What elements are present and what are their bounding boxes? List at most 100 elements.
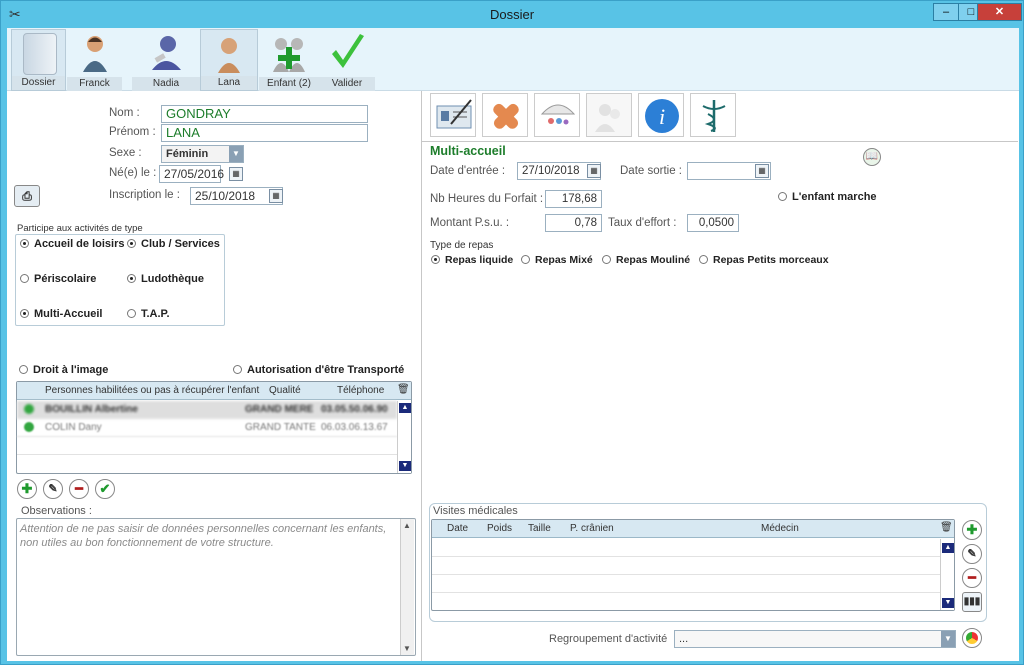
svg-text:i: i	[659, 104, 665, 129]
prenom-field[interactable]: LANA	[161, 124, 368, 142]
prenom-label: Prénom :	[109, 126, 156, 138]
toolbar-valider-button[interactable]: Valider	[319, 29, 375, 91]
naissance-field[interactable]: 27/05/2016	[159, 165, 224, 183]
calendar-icon[interactable]: ▦	[755, 164, 769, 178]
visites-title: Visites médicales	[433, 505, 518, 517]
taux-effort-field[interactable]: 0,0500	[687, 214, 739, 232]
contract-icon	[436, 99, 472, 129]
title-bar: ✂ Dossier ‒ □ ✕	[1, 1, 1023, 29]
heures-forfait-field[interactable]: 178,68	[545, 190, 602, 208]
sexe-select[interactable]: Féminin ▼	[161, 145, 244, 163]
toolbar-nadia-button[interactable]: Nadia	[132, 29, 200, 91]
table-row	[432, 593, 940, 611]
color-wheel-icon	[966, 632, 978, 644]
toolbar-franck-button[interactable]: Franck	[67, 29, 122, 91]
trash-icon[interactable]: 🗑	[940, 522, 953, 533]
calendar-icon[interactable]: ▦	[587, 164, 601, 178]
activity-periscolaire-radio[interactable]: Périscolaire	[20, 273, 96, 285]
inscription-label: Inscription le :	[109, 189, 180, 201]
tab-people[interactable]	[586, 93, 632, 137]
toolbar-lana-label: Lana	[201, 76, 257, 90]
scroll-down-icon[interactable]: ▼	[399, 461, 411, 471]
scroll-up-icon[interactable]: ▲	[403, 521, 411, 530]
table-row[interactable]: BOUILLIN Albertine GRAND MERE 03.05.50.0…	[17, 401, 397, 419]
close-button[interactable]: ✕	[977, 3, 1022, 21]
scroll-up-icon[interactable]: ▲	[942, 543, 954, 553]
photo-camera-button[interactable]: ⎙	[14, 185, 40, 207]
remove-visite-button[interactable]: ━	[962, 568, 982, 588]
scroll-down-icon[interactable]: ▼	[403, 644, 411, 653]
observations-textarea[interactable]: Attention de ne pas saisir de données pe…	[16, 518, 416, 656]
person-qualite: GRAND TANTE	[245, 422, 316, 433]
edit-person-button[interactable]: ✎	[43, 479, 63, 499]
table-row[interactable]: COLIN Dany GRAND TANTE 06.03.06.13.67	[17, 419, 397, 437]
scroll-up-icon[interactable]: ▲	[399, 403, 411, 413]
tab-contract[interactable]	[430, 93, 476, 137]
observations-scrollbar[interactable]: ▲ ▼	[400, 519, 414, 655]
tab-info[interactable]: i	[638, 93, 684, 137]
check-circle-icon	[24, 404, 34, 414]
scroll-down-icon[interactable]: ▼	[942, 598, 954, 608]
add-person-button[interactable]: ✚	[17, 479, 37, 499]
visites-header-pcranien: P. crânien	[570, 523, 614, 534]
add-visite-button[interactable]: ✚	[962, 520, 982, 540]
toolbar-dossier-button[interactable]: Dossier	[11, 29, 66, 91]
tab-health[interactable]	[482, 93, 528, 137]
calendar-icon[interactable]: ▦	[229, 167, 243, 181]
activity-multiaccueil-radio[interactable]: Multi-Accueil	[20, 308, 102, 320]
taux-effort-label: Taux d'effort :	[608, 217, 677, 229]
nom-label: Nom :	[109, 107, 140, 119]
psu-field[interactable]: 0,78	[545, 214, 602, 232]
calendar-icon[interactable]: ▦	[269, 189, 283, 203]
activity-label: Accueil de loisirs	[34, 238, 125, 250]
photo-area	[13, 97, 99, 181]
chart-visite-button[interactable]: ▮▮▮	[962, 592, 982, 612]
droit-image-radio[interactable]: Droit à l'image	[19, 364, 108, 376]
table-row	[17, 437, 397, 455]
top-toolbar: Dossier Franck Nadia Lana Enfant (2) Val…	[7, 28, 1019, 91]
repas-mouline-radio[interactable]: Repas Mouliné	[602, 254, 690, 266]
person-tel: 06.03.06.13.67	[321, 422, 388, 433]
activity-club-radio[interactable]: Club / Services	[127, 238, 220, 250]
activity-ludotheque-radio[interactable]: Ludothèque	[127, 273, 204, 285]
repas-mixe-radio[interactable]: Repas Mixé	[521, 254, 593, 266]
nom-field[interactable]: GONDRAY	[161, 105, 368, 123]
toolbar-lana-button[interactable]: Lana	[200, 29, 258, 91]
persons-header-telephone: Téléphone	[337, 385, 385, 396]
enfant-marche-label: L'enfant marche	[792, 191, 877, 203]
client-area: Dossier Franck Nadia Lana Enfant (2) Val…	[7, 28, 1019, 661]
add-child-icon	[271, 32, 305, 74]
repas-liquide-radio[interactable]: Repas liquide	[431, 254, 513, 266]
remove-person-button[interactable]: ━	[69, 479, 89, 499]
observations-text: Attention de ne pas saisir de données pe…	[20, 523, 387, 549]
book-button[interactable]: 📖	[863, 148, 881, 166]
heures-forfait-label: Nb Heures du Forfait :	[430, 193, 544, 205]
validate-person-button[interactable]: ✔	[95, 479, 115, 499]
activities-title: Participe aux activités de type	[17, 223, 143, 234]
activity-tap-radio[interactable]: T.A.P.	[127, 308, 170, 320]
people-icon	[595, 104, 620, 132]
folder-icon	[23, 33, 57, 75]
chrome-regroupement-button[interactable]	[962, 628, 982, 648]
persons-grid-header: Personnes habilitées ou pas à récupérer …	[17, 382, 411, 400]
minimize-button[interactable]: ‒	[933, 3, 959, 21]
edit-visite-button[interactable]: ✎	[962, 544, 982, 564]
person-name: COLIN Dany	[45, 422, 102, 433]
visites-scrollbar[interactable]: ▲ ▼	[940, 539, 954, 610]
repas-petits-morceaux-radio[interactable]: Repas Petits morceaux	[699, 254, 829, 266]
father-icon	[78, 32, 112, 74]
table-row	[432, 557, 940, 575]
date-sortie-label: Date sortie :	[620, 165, 682, 177]
enfant-marche-radio[interactable]: L'enfant marche	[778, 191, 877, 203]
tab-medical[interactable]	[690, 93, 736, 137]
toolbar-enfant-button[interactable]: Enfant (2)	[259, 29, 319, 91]
activity-accueil-radio[interactable]: Accueil de loisirs	[20, 238, 124, 250]
regroupement-select[interactable]: ... ▼	[674, 630, 956, 648]
persons-scrollbar[interactable]: ▲ ▼	[397, 401, 411, 473]
trash-icon[interactable]: 🗑	[397, 384, 410, 395]
multi-accueil-title: Multi-accueil	[430, 144, 506, 158]
transport-radio[interactable]: Autorisation d'être Transporté	[233, 364, 404, 376]
person-name: BOUILLIN Albertine	[45, 404, 138, 415]
tab-insurance[interactable]	[534, 93, 580, 137]
visites-grid: Date Poids Taille P. crânien Médecin 🗑 ▲…	[431, 519, 955, 611]
